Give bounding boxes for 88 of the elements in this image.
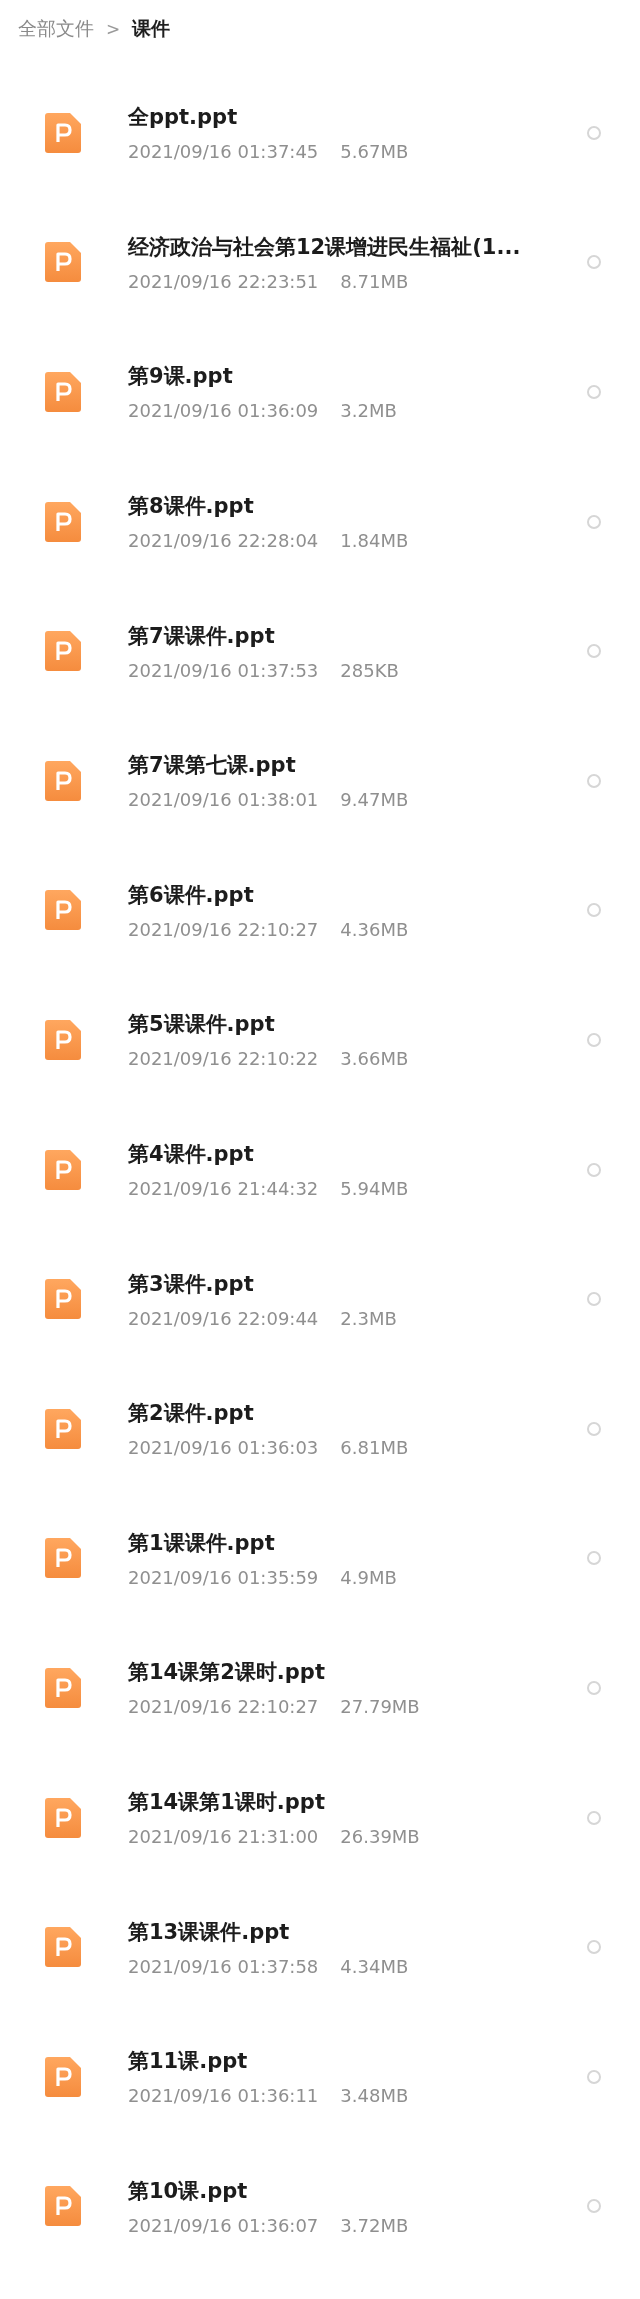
file-size: 9.47MB xyxy=(340,789,409,811)
file-size: 4.34MB xyxy=(340,1955,409,1977)
presentation-file-icon xyxy=(45,372,81,412)
file-name[interactable]: 全ppt.ppt xyxy=(128,103,587,132)
file-size: 4.9MB xyxy=(340,1566,397,1588)
select-radio[interactable] xyxy=(587,514,601,529)
presentation-file-icon xyxy=(45,1408,81,1449)
file-date: 2021/09/16 01:37:45 xyxy=(128,141,319,163)
file-name[interactable]: 第10课.ppt xyxy=(128,2176,587,2205)
select-radio[interactable] xyxy=(587,773,601,788)
file-size: 3.72MB xyxy=(340,2214,409,2236)
file-name[interactable]: 第14课第2课时.ppt xyxy=(128,1658,587,1687)
file-size: 6.81MB xyxy=(340,1437,409,1459)
select-radio[interactable] xyxy=(587,1940,601,1955)
file-name[interactable]: 第13课课件.ppt xyxy=(128,1917,587,1946)
file-date: 2021/09/16 01:36:07 xyxy=(128,2214,319,2236)
presentation-file-icon xyxy=(45,501,81,542)
select-radio[interactable] xyxy=(587,2199,601,2214)
presentation-file-icon xyxy=(45,1019,81,1060)
presentation-file-icon xyxy=(45,1797,81,1838)
presentation-file-icon xyxy=(45,760,81,801)
presentation-file-icon xyxy=(45,2186,81,2227)
file-date: 2021/09/16 01:36:09 xyxy=(128,400,319,422)
file-name[interactable]: 第2课件.ppt xyxy=(128,1399,587,1428)
file-name[interactable]: 第3课件.ppt xyxy=(128,1269,587,1298)
select-radio[interactable] xyxy=(587,2069,601,2084)
select-radio[interactable] xyxy=(587,1421,601,1436)
select-radio[interactable] xyxy=(587,125,601,140)
file-size: 3.66MB xyxy=(340,1048,409,1070)
file-date: 2021/09/16 01:37:58 xyxy=(128,1955,319,1977)
select-radio[interactable] xyxy=(587,644,601,659)
file-size: 8.71MB xyxy=(340,270,409,292)
file-name[interactable]: 第6课件.ppt xyxy=(128,880,587,909)
file-date: 2021/09/16 22:23:51 xyxy=(128,270,319,292)
presentation-file-icon xyxy=(45,112,81,153)
select-radio[interactable] xyxy=(587,1292,601,1307)
file-name[interactable]: 第11课.ppt xyxy=(128,2047,587,2076)
file-name[interactable]: 第5课课件.ppt xyxy=(128,1010,587,1039)
breadcrumb-link[interactable]: 全部文件 xyxy=(18,16,94,42)
file-name[interactable]: 经济政治与社会第12课增进民生福祉(1... xyxy=(128,232,587,261)
file-size: 5.67MB xyxy=(340,141,409,163)
file-date: 2021/09/16 22:10:27 xyxy=(128,918,319,940)
select-radio[interactable] xyxy=(587,1162,601,1177)
file-date: 2021/09/16 21:44:32 xyxy=(128,1178,319,1200)
file-name[interactable]: 第7课课件.ppt xyxy=(128,621,587,650)
presentation-file-icon xyxy=(45,242,81,283)
file-name[interactable]: 第4课件.ppt xyxy=(128,1140,587,1169)
breadcrumb-current[interactable]: 课件 xyxy=(132,16,171,42)
presentation-file-icon xyxy=(45,1927,81,1968)
file-date: 2021/09/16 01:37:53 xyxy=(128,659,319,681)
select-radio[interactable] xyxy=(587,385,601,399)
select-radio[interactable] xyxy=(587,1810,601,1825)
select-radio[interactable] xyxy=(587,903,601,918)
presentation-file-icon xyxy=(45,631,81,672)
file-size: 3.2MB xyxy=(340,400,397,422)
select-radio[interactable] xyxy=(587,1551,601,1566)
file-date: 2021/09/16 22:10:22 xyxy=(128,1048,319,1070)
presentation-file-icon xyxy=(45,1279,81,1320)
select-radio[interactable] xyxy=(587,255,601,270)
file-date: 2021/09/16 01:36:11 xyxy=(128,2085,319,2107)
file-date: 2021/09/16 22:09:44 xyxy=(128,1307,319,1329)
file-name[interactable]: 第7课第七课.ppt xyxy=(128,751,587,780)
file-size: 27.79MB xyxy=(340,1696,420,1718)
file-name[interactable]: 第1课课件.ppt xyxy=(128,1528,587,1557)
presentation-file-icon xyxy=(45,890,81,931)
presentation-file-icon xyxy=(45,1149,81,1190)
file-date: 2021/09/16 22:28:04 xyxy=(128,530,319,552)
file-size: 2.3MB xyxy=(340,1307,397,1329)
presentation-file-icon xyxy=(45,2056,81,2097)
file-size: 4.36MB xyxy=(340,918,409,940)
file-size: 285KB xyxy=(340,659,399,681)
file-size: 5.94MB xyxy=(340,1178,409,1200)
file-date: 2021/09/16 01:35:59 xyxy=(128,1566,319,1588)
file-name[interactable]: 第8课件.ppt xyxy=(128,492,587,521)
presentation-file-icon xyxy=(45,1667,81,1708)
file-date: 2021/09/16 22:10:27 xyxy=(128,1696,319,1718)
file-size: 1.84MB xyxy=(340,530,409,552)
select-radio[interactable] xyxy=(587,1032,601,1047)
breadcrumb-separator: > xyxy=(106,19,121,39)
file-date: 2021/09/16 01:36:03 xyxy=(128,1437,319,1459)
presentation-file-icon xyxy=(45,1538,81,1579)
file-name[interactable]: 第9课.ppt xyxy=(128,362,587,391)
file-date: 2021/09/16 21:31:00 xyxy=(128,1826,319,1847)
select-radio[interactable] xyxy=(587,1680,601,1695)
file-date: 2021/09/16 01:38:01 xyxy=(128,789,319,811)
file-size: 26.39MB xyxy=(340,1826,420,1847)
file-name[interactable]: 第14课第1课时.ppt xyxy=(128,1788,587,1816)
file-size: 3.48MB xyxy=(340,2085,409,2107)
